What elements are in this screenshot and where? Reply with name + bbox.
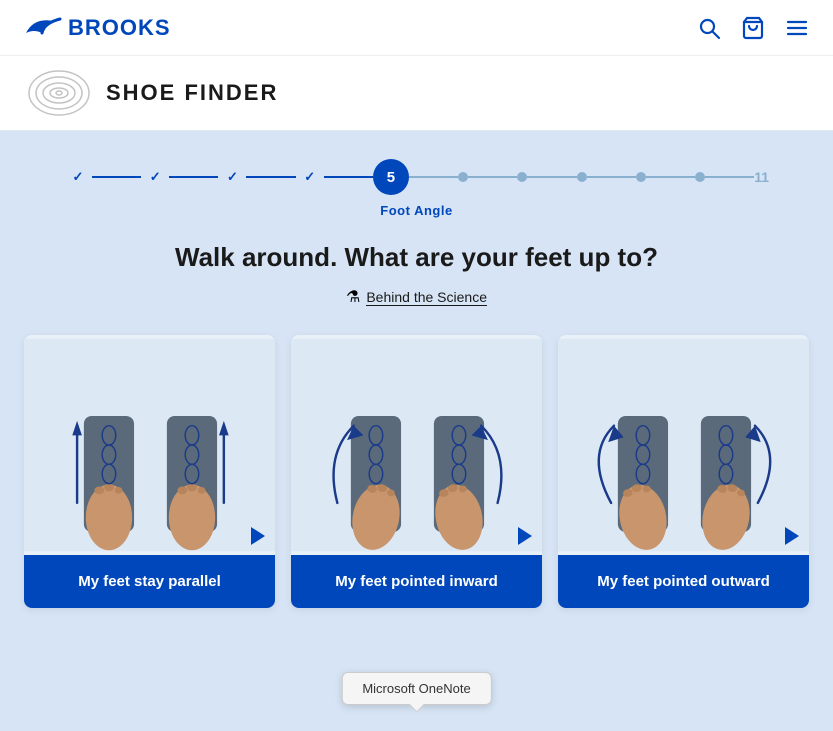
logo-area: BROOKS [24, 13, 171, 43]
step-line-8 [587, 176, 636, 178]
main-content: ✓ ✓ ✓ ✓ 5 11 Foot Angle Wal [0, 131, 833, 731]
brooks-swoosh-icon [24, 13, 64, 43]
progress-step-4: ✓ [296, 163, 324, 191]
progress-dot-9 [636, 172, 646, 182]
progress-dot-6 [458, 172, 468, 182]
progress-dot-10 [695, 172, 705, 182]
progress-bar: ✓ ✓ ✓ ✓ 5 11 [24, 159, 809, 195]
beaker-icon: ⚗ [346, 287, 360, 307]
play-button-parallel[interactable] [251, 527, 265, 545]
question-title: Walk around. What are your feet up to? [24, 242, 809, 273]
card-label-parallel: My feet stay parallel [24, 555, 275, 608]
card-label-outward: My feet pointed outward [558, 555, 809, 608]
play-button-inward[interactable] [518, 527, 532, 545]
step-line-7 [527, 176, 576, 178]
menu-icon[interactable] [785, 16, 809, 40]
tooltip-text: Microsoft OneNote [362, 681, 470, 696]
progress-dot-7 [517, 172, 527, 182]
step-line-10 [705, 176, 754, 178]
card-image-outward [558, 335, 809, 555]
bag-icon[interactable] [741, 16, 765, 40]
header: BROOKS [0, 0, 833, 56]
progress-step-1: ✓ [64, 163, 92, 191]
step-line-2 [169, 176, 218, 178]
tooltip-popup: Microsoft OneNote [341, 672, 491, 705]
progress-label: Foot Angle [24, 203, 809, 218]
play-button-outward[interactable] [785, 527, 799, 545]
science-link-area: ⚗ Behind the Science [24, 287, 809, 307]
foot-illustration-parallel [24, 335, 275, 555]
progress-step-2: ✓ [141, 163, 169, 191]
foot-illustration-outward [558, 335, 809, 555]
cards-container: My feet stay parallel [24, 335, 809, 608]
step-line-4 [324, 176, 373, 178]
step-line-3 [246, 176, 295, 178]
progress-step-3: ✓ [218, 163, 246, 191]
shoe-finder-title: SHOE FINDER [106, 80, 278, 106]
option-card-inward[interactable]: My feet pointed inward [291, 335, 542, 608]
step-line-1 [92, 176, 141, 178]
progress-last-step: 11 [754, 169, 769, 185]
header-icons [697, 16, 809, 40]
card-image-inward [291, 335, 542, 555]
search-icon[interactable] [697, 16, 721, 40]
foot-illustration-inward [291, 335, 542, 555]
step-line-5 [409, 176, 458, 178]
science-link[interactable]: Behind the Science [366, 289, 487, 306]
shoe-finder-banner: SHOE FINDER [0, 56, 833, 131]
progress-dot-8 [577, 172, 587, 182]
logo-text: BROOKS [68, 15, 171, 41]
card-image-parallel [24, 335, 275, 555]
option-card-parallel[interactable]: My feet stay parallel [24, 335, 275, 608]
card-label-inward: My feet pointed inward [291, 555, 542, 608]
fingerprint-icon [24, 68, 94, 118]
progress-step-5: 5 [373, 159, 409, 195]
step-line-9 [646, 176, 695, 178]
option-card-outward[interactable]: My feet pointed outward [558, 335, 809, 608]
step-line-6 [468, 176, 517, 178]
